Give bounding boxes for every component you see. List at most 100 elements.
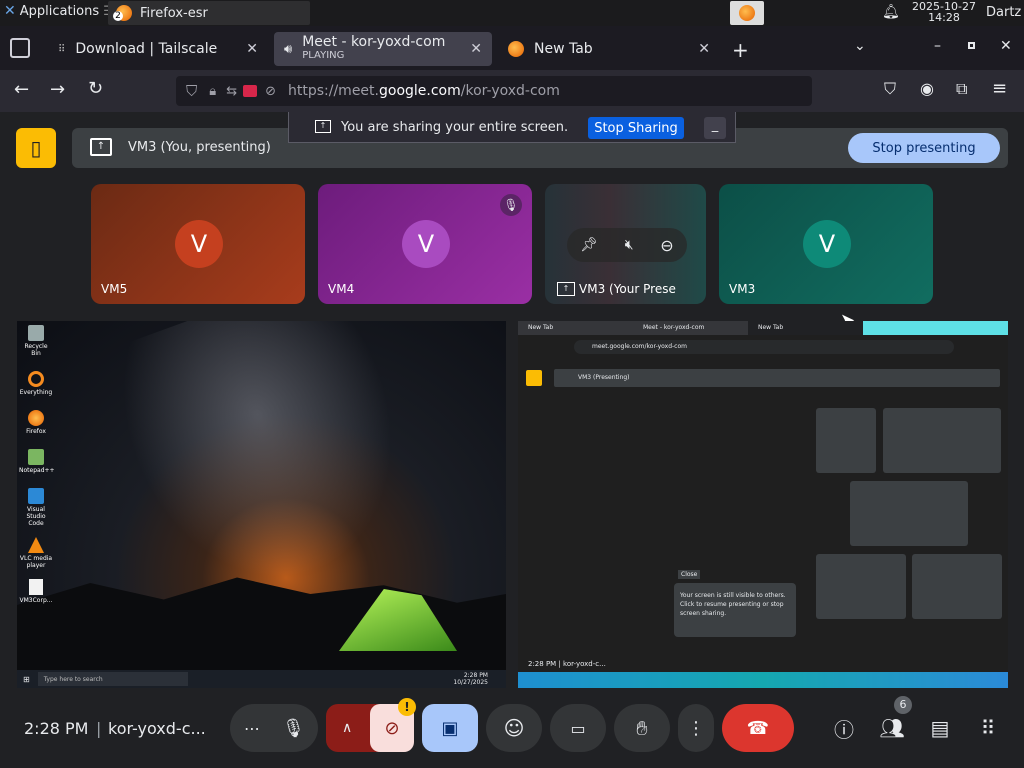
more-options-button[interactable]: ⋮ — [678, 704, 714, 752]
list-tabs-chevron-icon[interactable]: ⌄ — [854, 38, 866, 54]
remove-icon[interactable]: ⊖ — [660, 236, 673, 255]
desktop-icons: Recycle Bin Everything Firefox Notepad++… — [19, 325, 55, 604]
extensions-icon[interactable]: ⧉ — [956, 79, 967, 99]
url-bar[interactable]: ⛉ 🔒︎ ⇆ ⊘ https://meet.google.com/kor-yox… — [176, 76, 812, 106]
nested-tile — [816, 554, 906, 619]
meet-app: ▯ ↑ VM3 (You, presenting) Stop presentin… — [0, 112, 1024, 768]
user-name[interactable]: Dartz — [986, 5, 1021, 20]
meeting-time: 2:28 PM — [24, 719, 89, 738]
audio-video-group: ⋯ 🎙︎ — [230, 704, 318, 752]
taskbar-firefox[interactable]: 2 Firefox-esr — [108, 1, 310, 25]
more-audio-options-icon[interactable]: ⋯ — [244, 719, 260, 738]
meet-logo-icon[interactable]: ▯ — [16, 128, 56, 168]
avatar: V — [803, 220, 851, 268]
shared-screen-nested-meet: New Tab Meet - kor-yoxd-com New Tab meet… — [518, 321, 1008, 688]
microphone-button[interactable]: 🎙︎ — [282, 718, 305, 739]
nested-tile — [850, 481, 968, 546]
firefox-icon — [508, 41, 524, 57]
participant-name: VM3 — [729, 282, 756, 296]
xfce-logo-icon: ✕ — [4, 3, 16, 19]
raise-hand-button[interactable]: ✋︎ — [614, 704, 670, 752]
present-screen-button[interactable]: ▣ — [422, 704, 478, 752]
pin-icon[interactable]: 📌︎ — [580, 237, 598, 253]
back-arrow-icon[interactable]: ← — [14, 79, 29, 100]
video-options-group: ∧ ⊘ ! — [326, 698, 416, 752]
reload-icon[interactable]: ↻ — [88, 78, 103, 99]
clock-time: 14:28 — [928, 11, 960, 24]
shared-screen-desktop: Recycle Bin Everything Firefox Notepad++… — [17, 321, 506, 688]
notification-bell-icon[interactable]: 🔔︎ — [882, 4, 900, 20]
applications-menu[interactable]: ✕ Applications ☰ — [4, 3, 115, 19]
participant-tile-vm5[interactable]: V VM5 — [91, 184, 305, 304]
tab-title: Meet - kor-yoxd-com — [302, 34, 446, 50]
leave-call-button[interactable]: ☎︎ — [722, 704, 794, 752]
nested-tile — [816, 408, 876, 473]
new-tab-plus-icon[interactable]: + — [732, 38, 749, 62]
firefox-tray-icon[interactable] — [730, 1, 764, 25]
nested-presenting-bar: VM3 (Presenting) — [554, 369, 1000, 387]
participant-tile-self-presenting[interactable]: 📌︎ 🔇︎ ⊖ ↑ VM3 (Your Prese — [545, 184, 706, 304]
reactions-button[interactable]: ☺ — [486, 704, 542, 752]
participant-name: VM3 (Your Prese — [579, 282, 676, 296]
mute-participant-icon[interactable]: 🔇︎ — [625, 237, 634, 253]
nested-url-bar: meet.google.com/kor-yoxd-com — [574, 340, 954, 354]
taskbar-label: Firefox-esr — [140, 5, 208, 21]
meeting-info-icon[interactable]: ⓘ — [822, 706, 866, 750]
close-tab-icon[interactable]: ✕ — [246, 41, 258, 57]
permissions-icon[interactable]: ⇆ — [226, 84, 237, 99]
meet-audio-icon[interactable]: 🔊︎ — [284, 42, 292, 57]
close-window-icon[interactable]: ✕ — [1000, 38, 1012, 54]
close-tab-icon[interactable]: ✕ — [470, 41, 482, 57]
nested-tab-strip: New Tab Meet - kor-yoxd-com New Tab — [518, 321, 1008, 335]
tab-new-tab[interactable]: New Tab ✕ — [498, 32, 720, 66]
pocket-icon[interactable]: ⛉ — [884, 79, 896, 99]
minimize-notice-button[interactable]: _ — [704, 117, 726, 139]
nested-tile — [883, 408, 1001, 473]
milky-way — [96, 321, 438, 618]
tab-tailscale[interactable]: ⠿ Download | Tailscale ✕ — [48, 32, 268, 66]
lock-icon[interactable]: 🔒︎ — [209, 84, 216, 99]
chat-icon[interactable]: ▤ — [918, 706, 962, 750]
stop-presenting-button[interactable]: Stop presenting — [848, 133, 1000, 163]
windows-start-icon[interactable]: ⊞ — [23, 675, 30, 684]
tracking-shield-icon[interactable]: ⛉ — [186, 82, 197, 100]
participant-tile-vm4[interactable]: V 🎙︎ VM4 — [318, 184, 532, 304]
share-notice-bar: ↑ You are sharing your entire screen. St… — [288, 112, 736, 143]
system-clock[interactable]: 2025-10-27 14:28 — [908, 1, 980, 23]
app-menu-icon[interactable]: ≡ — [992, 78, 1007, 99]
tab-overview-icon[interactable] — [10, 38, 30, 58]
presenting-label: VM3 (You, presenting) — [128, 140, 271, 155]
screen-share-indicator-icon[interactable] — [243, 85, 258, 97]
share-screen-icon: ↑ — [315, 120, 331, 133]
captions-button[interactable]: ▭ — [550, 704, 606, 752]
stop-sharing-button[interactable]: Stop Sharing — [588, 117, 684, 139]
win-search-box[interactable]: Type here to search — [37, 672, 188, 686]
account-icon[interactable]: ◉ — [920, 79, 934, 98]
share-notice-text: You are sharing your entire screen. — [341, 120, 569, 135]
nested-tooltip: Your screen is still visible to others. … — [674, 583, 796, 637]
maximize-window-icon[interactable] — [968, 42, 975, 49]
tile-hover-controls: 📌︎ 🔇︎ ⊖ — [567, 228, 687, 262]
forward-arrow-icon[interactable]: → — [50, 79, 65, 100]
present-screen-icon: ↑ — [557, 282, 575, 296]
people-count-badge: 6 — [894, 696, 912, 714]
participant-tile-vm3[interactable]: V VM3 — [719, 184, 933, 304]
tab-meet[interactable]: 🔊︎ Meet - kor-yoxd-com PLAYING ✕ — [274, 32, 492, 66]
close-tab-icon[interactable]: ✕ — [698, 41, 710, 57]
windows-taskbar: ⊞ Type here to search 2:28 PM 10/27/2025 — [17, 670, 506, 688]
avatar: V — [402, 220, 450, 268]
activities-grid-icon[interactable]: ⠿ — [966, 706, 1010, 750]
video-options-chevron-icon[interactable]: ∧ — [342, 720, 352, 736]
firefox-icon: 2 — [113, 5, 132, 21]
nested-tile — [912, 554, 1002, 619]
tab-playing-label: PLAYING — [302, 50, 345, 61]
minimize-window-icon[interactable]: – — [934, 38, 941, 54]
avatar: V — [175, 220, 223, 268]
tab-title: New Tab — [534, 41, 593, 57]
applications-label: Applications — [19, 3, 100, 19]
tab-title: Download | Tailscale — [75, 41, 218, 57]
meeting-code[interactable]: kor-yoxd-c... — [108, 719, 206, 738]
url-text: https://meet.google.com/kor-yoxd-com — [288, 83, 560, 99]
mic-muted-icon: 🎙︎ — [500, 194, 522, 216]
autoplay-blocked-icon[interactable]: ⊘ — [265, 84, 276, 99]
